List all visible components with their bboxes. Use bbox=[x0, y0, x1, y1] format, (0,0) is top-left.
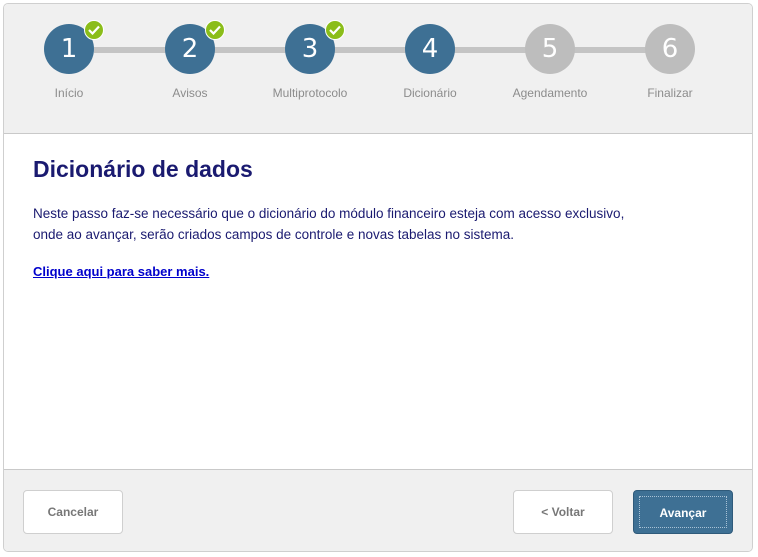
step-label: Multiprotocolo bbox=[272, 86, 348, 100]
step-label: Finalizar bbox=[647, 86, 693, 100]
step-label: Início bbox=[54, 86, 84, 100]
description-line: onde ao avançar, serão criados campos de… bbox=[33, 227, 515, 242]
wizard-dialog: 1 Início 2 Avisos 3 Multiprotocolo 4 Dic… bbox=[3, 3, 753, 552]
step-label: Avisos bbox=[172, 86, 208, 100]
description-line: Neste passo faz-se necessário que o dici… bbox=[33, 206, 625, 221]
step-content: Dicionário de dados Neste passo faz-se n… bbox=[4, 134, 752, 469]
check-icon bbox=[205, 20, 225, 40]
next-button-label: Avançar bbox=[639, 496, 727, 528]
step-number: 4 bbox=[405, 24, 455, 74]
step-label: Agendamento bbox=[512, 86, 588, 100]
check-icon bbox=[84, 20, 104, 40]
step-description: Neste passo faz-se necessário que o dici… bbox=[33, 203, 683, 245]
cancel-button[interactable]: Cancelar bbox=[23, 490, 123, 534]
wizard-footer: Cancelar < Voltar Avançar bbox=[4, 469, 752, 551]
steps-header: 1 Início 2 Avisos 3 Multiprotocolo 4 Dic… bbox=[4, 4, 752, 134]
step-multiprotocolo[interactable]: 3 Multiprotocolo bbox=[250, 4, 370, 133]
check-icon bbox=[325, 20, 345, 40]
back-button[interactable]: < Voltar bbox=[513, 490, 613, 534]
step-dicionario[interactable]: 4 Dicionário bbox=[370, 4, 490, 133]
step-label: Dicionário bbox=[403, 86, 457, 100]
step-avisos[interactable]: 2 Avisos bbox=[130, 4, 250, 133]
learn-more-link[interactable]: Clique aqui para saber mais. bbox=[33, 264, 209, 279]
step-inicio[interactable]: 1 Início bbox=[9, 4, 129, 133]
step-finalizar: 6 Finalizar bbox=[610, 4, 730, 133]
step-number: 6 bbox=[645, 24, 695, 74]
step-number: 5 bbox=[525, 24, 575, 74]
step-agendamento: 5 Agendamento bbox=[490, 4, 610, 133]
next-button[interactable]: Avançar bbox=[633, 490, 733, 534]
page-title: Dicionário de dados bbox=[33, 156, 253, 182]
